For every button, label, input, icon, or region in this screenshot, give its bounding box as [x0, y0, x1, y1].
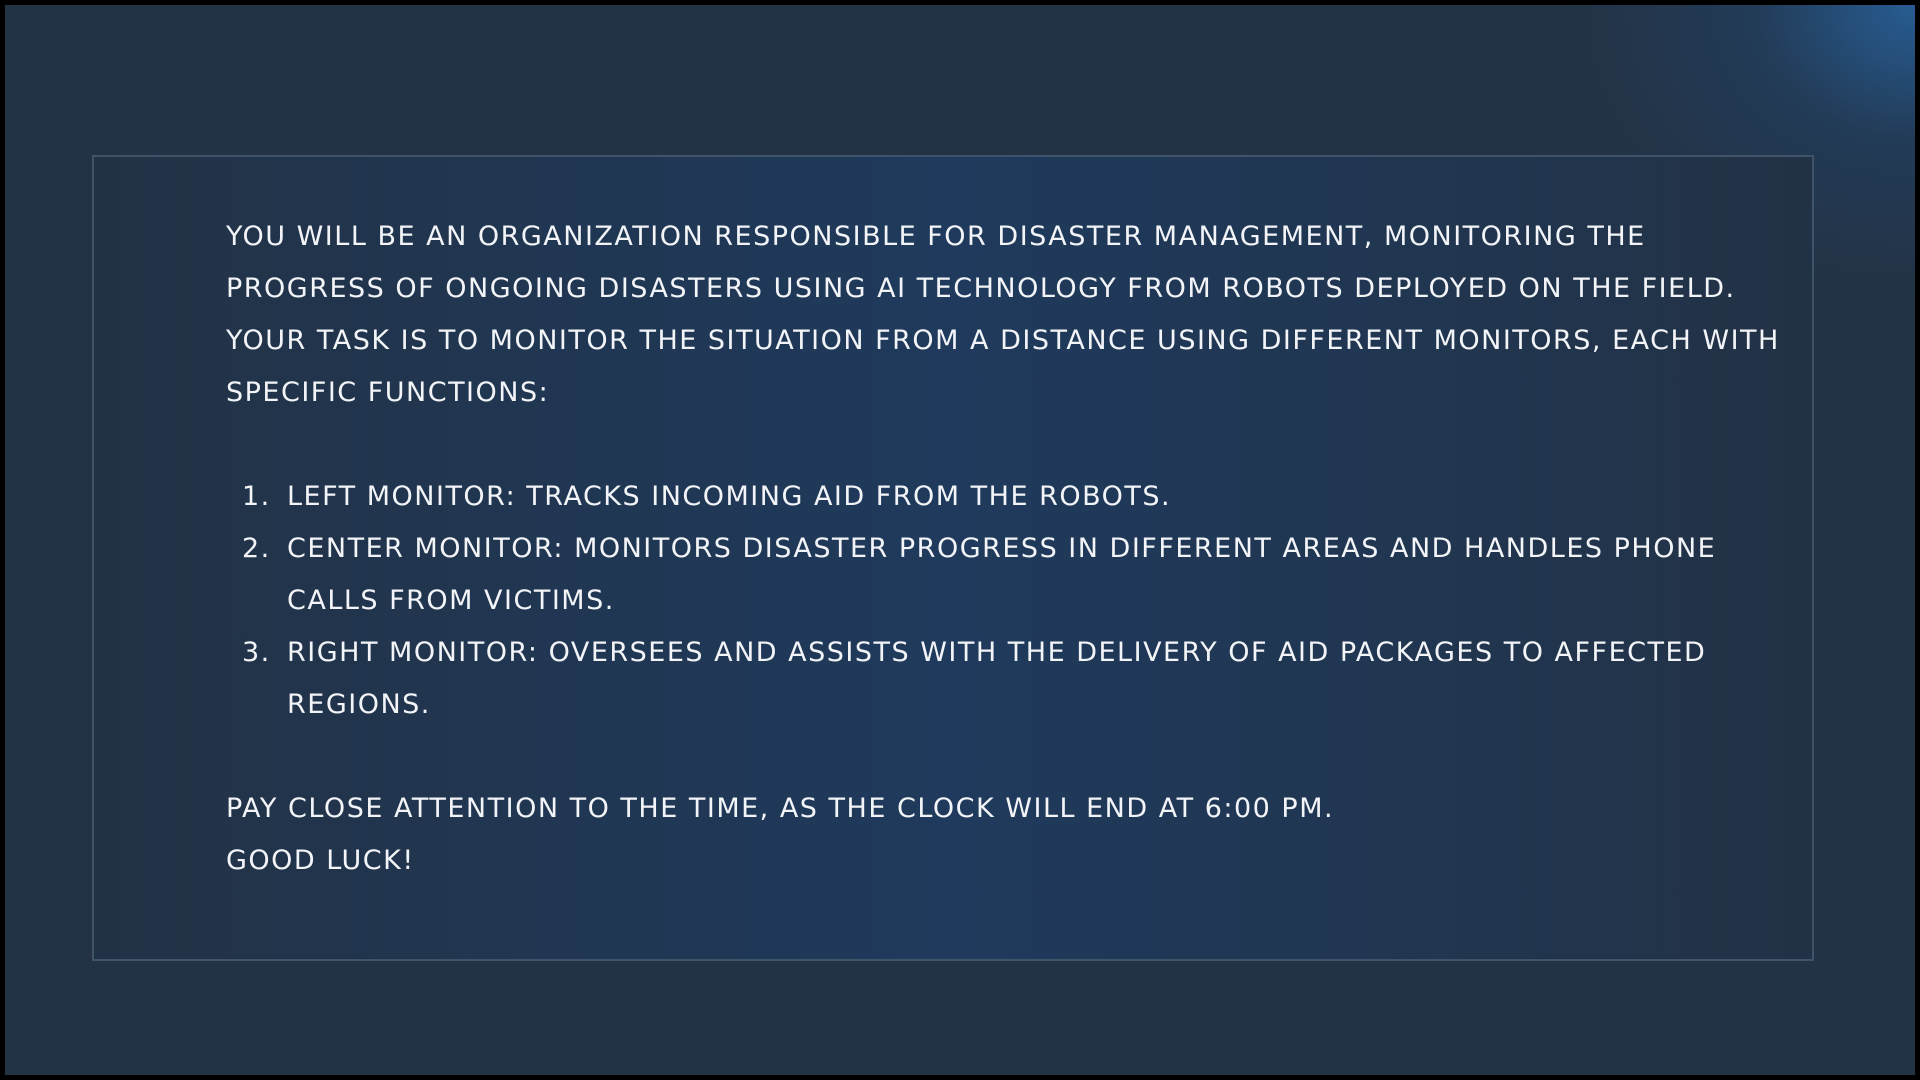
monitor-list-item: 3. Right Monitor: Oversees and assists w… [226, 627, 1786, 731]
list-item-number: 3. [242, 637, 271, 668]
time-warning: Pay close attention to the time, as the … [226, 793, 1335, 824]
list-item-text: Right Monitor: Oversees and assists with… [287, 637, 1707, 720]
list-item-text: Center Monitor: Monitors disaster progre… [287, 533, 1717, 616]
game-screen: You will be an organization responsible … [5, 5, 1915, 1075]
briefing-intro: You will be an organization responsible … [226, 221, 1780, 408]
monitor-list-item: 2. Center Monitor: Monitors disaster pro… [226, 523, 1786, 627]
monitor-list-item: 1. Left Monitor: Tracks incoming aid fro… [226, 471, 1786, 523]
briefing-content: You will be an organization responsible … [226, 211, 1786, 887]
list-item-text: Left Monitor: Tracks incoming aid from t… [287, 481, 1172, 512]
list-item-number: 2. [242, 533, 271, 564]
monitor-list: 1. Left Monitor: Tracks incoming aid fro… [226, 471, 1786, 731]
briefing-panel: You will be an organization responsible … [92, 155, 1814, 961]
list-item-number: 1. [242, 481, 271, 512]
farewell-text: Good luck! [226, 845, 415, 876]
